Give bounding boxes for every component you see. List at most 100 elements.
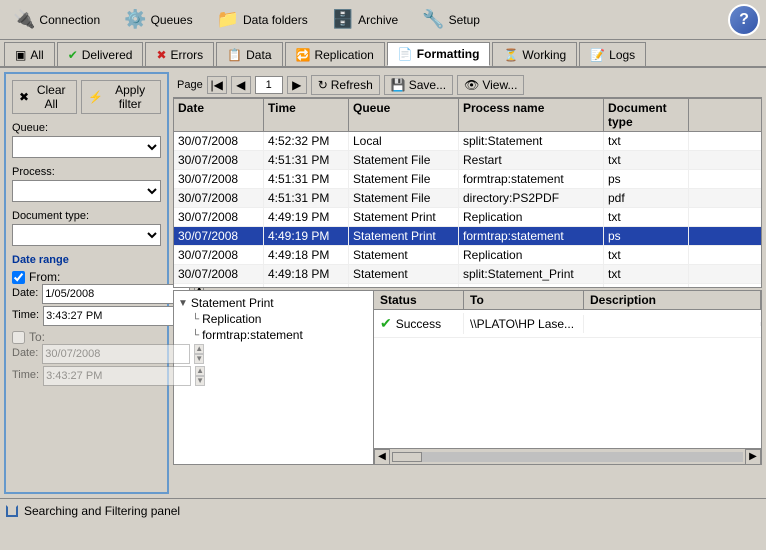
table-row[interactable]: 30/07/2008 4:49:19 PM Statement Print Re…: [174, 208, 761, 227]
doctype-label: Document type:: [12, 210, 161, 222]
setup-button[interactable]: 🔧 Setup: [415, 6, 487, 33]
to-date-label: Date:: [12, 347, 38, 359]
tab-logs[interactable]: 📝 Logs: [579, 42, 646, 66]
cell-date: 30/07/2008: [174, 265, 264, 283]
cell-date: 30/07/2008: [174, 227, 264, 245]
tree-root[interactable]: ▼ Statement Print: [178, 295, 369, 311]
cell-doctype: pdf: [604, 189, 689, 207]
setup-icon: 🔧: [422, 9, 444, 30]
to-time-row: Time: ▲ ▼: [12, 366, 161, 386]
table-row[interactable]: 30/07/2008 4:49:16 PM Local User Interfa…: [174, 284, 761, 287]
data-icon: 📋: [227, 48, 242, 62]
horizontal-scrollbar[interactable]: ◀ ▶: [374, 448, 761, 464]
tab-all[interactable]: ▣ All: [4, 42, 55, 66]
cell-time: 4:49:16 PM: [264, 284, 349, 287]
detail-row: ✔ Success \\PLATO\HP Lase...: [374, 310, 761, 338]
process-select[interactable]: [12, 180, 161, 202]
table-row[interactable]: 30/07/2008 4:49:19 PM Statement Print fo…: [174, 227, 761, 246]
to-date-down: ▼: [194, 354, 204, 364]
clear-all-button[interactable]: ✖ Clear All: [12, 80, 77, 114]
first-page-button[interactable]: |◀: [207, 76, 227, 94]
to-date-row: Date: ▲ ▼: [12, 344, 161, 364]
from-time-input[interactable]: [43, 306, 191, 326]
cell-queue: Local: [349, 284, 459, 287]
hscroll-thumb[interactable]: [392, 452, 422, 462]
process-group: Process:: [12, 166, 161, 202]
tab-delivered[interactable]: ✔ Delivered: [57, 42, 144, 66]
expand-icon: ▼: [178, 298, 188, 309]
archive-button[interactable]: 🗄️ Archive: [325, 6, 405, 33]
hscroll-left-arrow[interactable]: ◀: [374, 449, 390, 465]
cell-doctype: txt: [604, 246, 689, 264]
queue-select[interactable]: [12, 136, 161, 158]
table-row[interactable]: 30/07/2008 4:51:31 PM Statement File Res…: [174, 151, 761, 170]
view-button[interactable]: 👁 View...: [457, 75, 524, 95]
tree-child[interactable]: └ formtrap:statement: [178, 327, 369, 343]
data-grid: Date Time Queue Process name Document ty…: [173, 98, 762, 288]
tree-root-label: Statement Print: [191, 296, 274, 310]
cell-time: 4:52:32 PM: [264, 132, 349, 150]
hscroll-track[interactable]: [392, 452, 743, 462]
to-group: To: Date: ▲ ▼ Time: ▲ ▼: [12, 330, 161, 386]
detail-header-to: To: [464, 291, 584, 309]
refresh-button[interactable]: ↻ Refresh: [311, 75, 380, 95]
to-checkbox[interactable]: [12, 331, 25, 344]
cell-doctype: txt: [604, 265, 689, 283]
queues-button[interactable]: ⚙️ Queues: [117, 6, 199, 33]
prev-page-button[interactable]: ◀: [231, 76, 251, 94]
page-input[interactable]: [255, 76, 283, 94]
filter-actions: ✖ Clear All ⚡ Apply filter: [12, 80, 161, 114]
header-time: Time: [264, 99, 349, 131]
formatting-icon: 📄: [398, 47, 413, 61]
errors-icon: ✖: [156, 48, 166, 62]
to-time-spinner: ▲ ▼: [195, 366, 205, 386]
cell-process: Restart: [459, 151, 604, 169]
header-queue: Queue: [349, 99, 459, 131]
tab-replication[interactable]: 🔁 Replication: [285, 42, 385, 66]
table-row[interactable]: 30/07/2008 4:52:32 PM Local split:Statem…: [174, 132, 761, 151]
date-range-label: Date range: [12, 254, 161, 266]
tab-formatting[interactable]: 📄 Formatting: [387, 42, 491, 66]
doctype-select[interactable]: [12, 224, 161, 246]
tab-errors[interactable]: ✖ Errors: [145, 42, 214, 66]
cell-queue: Statement Print: [349, 227, 459, 245]
apply-filter-button[interactable]: ⚡ Apply filter: [81, 80, 161, 114]
cell-queue: Statement File: [349, 151, 459, 169]
detail-header-status: Status: [374, 291, 464, 309]
detail-status-text: Success: [396, 317, 441, 331]
tab-working[interactable]: ⏳ Working: [492, 42, 577, 66]
cell-date: 30/07/2008: [174, 170, 264, 188]
cell-queue: Local: [349, 132, 459, 150]
from-time-label: Time:: [12, 309, 39, 321]
connection-button[interactable]: 🔌 Connection: [6, 6, 107, 33]
grid-header: Date Time Queue Process name Document ty…: [174, 99, 761, 132]
tab-data[interactable]: 📋 Data: [216, 42, 282, 66]
cell-queue: Statement File: [349, 189, 459, 207]
data-folders-button[interactable]: 📁 Data folders: [210, 6, 315, 33]
cell-doctype: txt: [604, 151, 689, 169]
cell-queue: Statement: [349, 246, 459, 264]
cell-queue: Statement: [349, 265, 459, 283]
to-date-up: ▲: [194, 344, 204, 354]
detail-status-cell: ✔ Success: [374, 313, 464, 334]
cell-time: 4:51:31 PM: [264, 151, 349, 169]
save-icon: 💾: [391, 78, 406, 92]
save-button[interactable]: 💾 Save...: [384, 75, 453, 95]
tree-child[interactable]: └ Replication: [178, 311, 369, 327]
from-date-input[interactable]: [42, 284, 190, 304]
next-page-button[interactable]: ▶: [287, 76, 307, 94]
table-row[interactable]: 30/07/2008 4:51:31 PM Statement File dir…: [174, 189, 761, 208]
detail-panel: Status To Description ✔ Success \\PLATO\…: [374, 291, 761, 464]
tab-bar: ▣ All ✔ Delivered ✖ Errors 📋 Data 🔁 Repl…: [0, 40, 766, 68]
help-button[interactable]: ?: [728, 4, 760, 36]
filter-panel: ✖ Clear All ⚡ Apply filter Queue: Proces…: [4, 72, 169, 494]
table-row[interactable]: 30/07/2008 4:49:18 PM Statement split:St…: [174, 265, 761, 284]
to-time-input: [43, 366, 191, 386]
table-row[interactable]: 30/07/2008 4:51:31 PM Statement File for…: [174, 170, 761, 189]
detail-header-description: Description: [584, 291, 761, 309]
archive-icon: 🗄️: [332, 9, 354, 30]
cell-date: 30/07/2008: [174, 208, 264, 226]
from-checkbox[interactable]: [12, 271, 25, 284]
table-row[interactable]: 30/07/2008 4:49:18 PM Statement Replicat…: [174, 246, 761, 265]
hscroll-right-arrow[interactable]: ▶: [745, 449, 761, 465]
